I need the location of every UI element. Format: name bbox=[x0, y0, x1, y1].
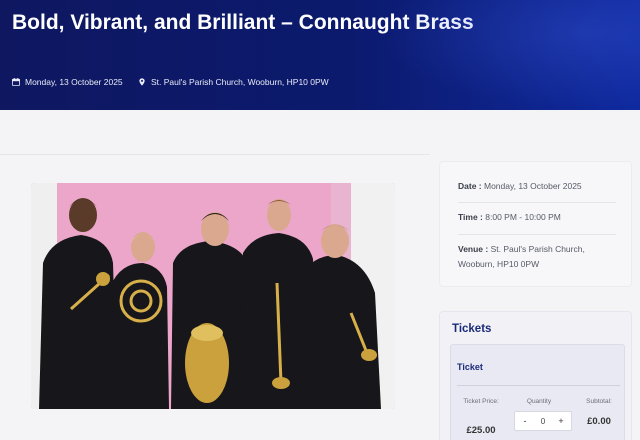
event-venue-text: St. Paul's Parish Church, Wooburn, HP10 … bbox=[151, 77, 329, 87]
calendar-icon bbox=[12, 78, 20, 86]
detail-date-row: Date : Monday, 13 October 2025 bbox=[458, 179, 618, 194]
detail-divider bbox=[458, 234, 616, 235]
ticket-price-value: £25.00 bbox=[466, 425, 496, 436]
detail-venue-label: Venue : bbox=[458, 244, 489, 254]
quantity-value[interactable]: 0 bbox=[541, 417, 545, 426]
detail-divider bbox=[458, 202, 616, 203]
ticket-option: Ticket Ticket Price: Quantity Subtotal: … bbox=[450, 344, 625, 440]
quantity-decrease-button[interactable]: - bbox=[520, 416, 530, 426]
quantity-increase-button[interactable]: + bbox=[556, 416, 566, 426]
event-date-text: Monday, 13 October 2025 bbox=[25, 77, 123, 87]
detail-time-row: Time : 8:00 PM - 10:00 PM bbox=[458, 210, 618, 225]
quantity-header: Quantity bbox=[526, 398, 552, 405]
location-pin-icon bbox=[139, 78, 145, 86]
event-photo bbox=[31, 183, 395, 409]
ticket-type-label: Ticket bbox=[457, 362, 483, 372]
event-details-card: Date : Monday, 13 October 2025 Time : 8:… bbox=[439, 161, 632, 287]
detail-date-value: Monday, 13 October 2025 bbox=[484, 181, 582, 191]
detail-time-value: 8:00 PM - 10:00 PM bbox=[485, 212, 561, 222]
ticket-divider bbox=[457, 385, 620, 386]
event-venue-meta: St. Paul's Parish Church, Wooburn, HP10 … bbox=[138, 77, 329, 87]
event-hero-banner: Bold, Vibrant, and Brilliant – Connaught… bbox=[0, 0, 640, 110]
quantity-stepper[interactable]: - 0 + bbox=[514, 411, 572, 431]
detail-time-label: Time : bbox=[458, 212, 483, 222]
event-title: Bold, Vibrant, and Brilliant – Connaught… bbox=[12, 11, 474, 34]
ticket-price-header: Ticket Price: bbox=[463, 398, 499, 405]
band-photo-illustration bbox=[31, 183, 395, 409]
tickets-heading: Tickets bbox=[452, 323, 492, 335]
detail-venue-row: Venue : St. Paul's Parish Church, Woobur… bbox=[458, 242, 618, 272]
event-date-meta: Monday, 13 October 2025 bbox=[12, 77, 123, 87]
tickets-card: Tickets Ticket Ticket Price: Quantity Su… bbox=[439, 311, 632, 440]
detail-date-label: Date : bbox=[458, 181, 482, 191]
subtotal-header: Subtotal: bbox=[586, 398, 612, 405]
subtotal-value: £0.00 bbox=[587, 416, 611, 427]
section-divider bbox=[0, 154, 430, 155]
